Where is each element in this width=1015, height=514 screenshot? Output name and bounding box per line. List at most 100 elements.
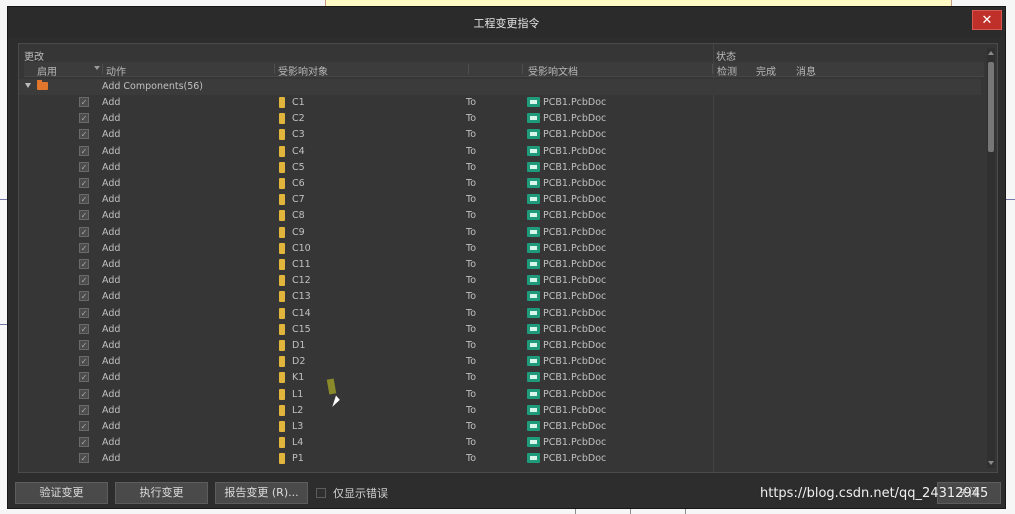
affected-document-cell: PCB1.PcbDoc: [543, 453, 607, 465]
affected-document-cell: PCB1.PcbDoc: [543, 340, 607, 351]
column-header-check[interactable]: 检测: [717, 63, 737, 78]
affected-document-cell: PCB1.PcbDoc: [543, 194, 607, 206]
pcb-document-icon: [527, 161, 540, 172]
scroll-down-icon[interactable]: [988, 461, 994, 465]
title-bar[interactable]: 工程变更指令 ✕: [8, 7, 1005, 37]
sort-down-icon[interactable]: [94, 66, 100, 70]
group-row-add-components[interactable]: Add Components(56): [19, 79, 981, 95]
table-row[interactable]: ✓ Add C14 To PCB1.PcbDoc: [19, 306, 981, 322]
column-separator: [274, 64, 275, 74]
table-row[interactable]: ✓ Add C1 To PCB1.PcbDoc: [19, 95, 981, 111]
affected-object-cell: C12: [292, 275, 311, 287]
enable-checkbox[interactable]: ✓: [79, 275, 89, 286]
enable-checkbox[interactable]: ✓: [79, 259, 89, 269]
table-row[interactable]: ✓ Add D2 To PCB1.PcbDoc: [19, 354, 981, 370]
column-header-action[interactable]: 动作: [106, 63, 126, 78]
to-cell: To: [466, 404, 477, 416]
affected-object-cell: K1: [292, 372, 305, 384]
to-cell: To: [466, 307, 477, 319]
table-row[interactable]: ✓ Add C9 To PCB1.PcbDoc: [19, 225, 981, 241]
table-row[interactable]: ✓ Add D1 To PCB1.PcbDoc: [19, 338, 981, 354]
table-row[interactable]: ✓ Add L4 To PCB1.PcbDoc: [19, 435, 981, 451]
enable-checkbox[interactable]: ✓: [79, 194, 89, 205]
table-row[interactable]: ✓ Add C12 To PCB1.PcbDoc: [19, 273, 981, 289]
affected-document-cell: PCB1.PcbDoc: [543, 404, 607, 416]
scrollbar-thumb[interactable]: [988, 62, 994, 152]
component-icon: [279, 388, 285, 400]
table-row[interactable]: ✓ Add C15 To PCB1.PcbDoc: [19, 322, 981, 338]
scroll-up-icon[interactable]: [988, 51, 994, 55]
pcb-document-icon: [527, 307, 540, 318]
validate-changes-button[interactable]: 验证变更: [15, 482, 108, 504]
affected-object-cell: C11: [292, 259, 311, 270]
table-row[interactable]: ✓ Add P1 To PCB1.PcbDoc: [19, 451, 981, 467]
vertical-scrollbar[interactable]: [987, 48, 995, 468]
enable-checkbox[interactable]: ✓: [79, 226, 89, 237]
affected-document-cell: PCB1.PcbDoc: [543, 388, 607, 400]
enable-checkbox[interactable]: ✓: [79, 178, 89, 188]
table-row[interactable]: ✓ Add C4 To PCB1.PcbDoc: [19, 144, 981, 160]
enable-checkbox[interactable]: ✓: [79, 437, 89, 448]
column-header-enable[interactable]: 启用: [37, 63, 57, 78]
enable-checkbox[interactable]: ✓: [79, 210, 89, 221]
enable-checkbox[interactable]: ✓: [79, 97, 89, 107]
pcb-document-icon: [527, 291, 540, 302]
table-row[interactable]: ✓ Add C8 To PCB1.PcbDoc: [19, 208, 981, 224]
enable-checkbox[interactable]: ✓: [79, 242, 89, 253]
report-changes-button[interactable]: 报告变更 (R)...: [215, 482, 308, 504]
pcb-document-icon: [527, 210, 540, 221]
column-header-done[interactable]: 完成: [756, 63, 776, 78]
table-row[interactable]: ✓ Add C6 To PCB1.PcbDoc: [19, 176, 981, 192]
table-row[interactable]: ✓ Add K1 To PCB1.PcbDoc: [19, 370, 981, 386]
enable-checkbox[interactable]: ✓: [79, 145, 89, 156]
table-row[interactable]: ✓ Add L1 To PCB1.PcbDoc: [19, 387, 981, 403]
table-row[interactable]: ✓ Add C11 To PCB1.PcbDoc: [19, 257, 981, 273]
dialog-title: 工程变更指令: [473, 17, 540, 30]
component-icon: [279, 113, 285, 125]
affected-document-cell: PCB1.PcbDoc: [543, 307, 607, 319]
enable-checkbox[interactable]: ✓: [79, 161, 89, 172]
component-icon: [279, 323, 285, 335]
enable-checkbox[interactable]: ✓: [79, 129, 89, 140]
column-header-message[interactable]: 消息: [796, 63, 816, 78]
enable-checkbox[interactable]: ✓: [79, 291, 89, 302]
pcb-document-icon: [527, 242, 540, 253]
table-row[interactable]: ✓ Add L2 To PCB1.PcbDoc: [19, 403, 981, 419]
enable-checkbox[interactable]: ✓: [79, 388, 89, 399]
affected-document-cell: PCB1.PcbDoc: [543, 275, 607, 287]
enable-checkbox[interactable]: ✓: [79, 356, 89, 367]
enable-checkbox[interactable]: ✓: [79, 453, 89, 464]
enable-checkbox[interactable]: ✓: [79, 372, 89, 383]
enable-checkbox[interactable]: ✓: [79, 404, 89, 415]
collapse-arrow-icon[interactable]: [25, 83, 31, 88]
table-row[interactable]: ✓ Add L3 To PCB1.PcbDoc: [19, 419, 981, 435]
pcb-document-icon: [527, 226, 540, 237]
component-icon: [279, 145, 285, 157]
component-icon: [279, 291, 285, 303]
component-icon: [279, 226, 285, 238]
component-icon: [279, 453, 285, 465]
table-row[interactable]: ✓ Add C13 To PCB1.PcbDoc: [19, 289, 981, 305]
column-header-affected-document[interactable]: 受影响文档: [528, 63, 578, 78]
enable-checkbox[interactable]: ✓: [79, 113, 89, 124]
table-row[interactable]: ✓ Add C5 To PCB1.PcbDoc: [19, 160, 981, 176]
table-row[interactable]: ✓ Add C10 To PCB1.PcbDoc: [19, 241, 981, 257]
column-header-affected-object[interactable]: 受影响对象: [278, 63, 328, 78]
group-label: Add Components(56): [102, 81, 204, 92]
enable-checkbox[interactable]: ✓: [79, 421, 89, 431]
only-show-errors-checkbox[interactable]: [316, 488, 326, 498]
affected-object-cell: D1: [292, 340, 306, 351]
enable-checkbox[interactable]: ✓: [79, 340, 89, 350]
action-cell: Add: [102, 129, 121, 141]
component-icon: [279, 210, 285, 222]
enable-checkbox[interactable]: ✓: [79, 323, 89, 334]
execute-changes-button[interactable]: 执行变更: [115, 482, 208, 504]
component-icon: [279, 307, 285, 319]
table-row[interactable]: ✓ Add C2 To PCB1.PcbDoc: [19, 111, 981, 127]
pcb-document-icon: [527, 404, 540, 415]
enable-checkbox[interactable]: ✓: [79, 307, 89, 318]
table-row[interactable]: ✓ Add C7 To PCB1.PcbDoc: [19, 192, 981, 208]
close-icon[interactable]: ✕: [972, 10, 1002, 30]
table-row[interactable]: ✓ Add C3 To PCB1.PcbDoc: [19, 127, 981, 143]
to-cell: To: [466, 113, 477, 125]
